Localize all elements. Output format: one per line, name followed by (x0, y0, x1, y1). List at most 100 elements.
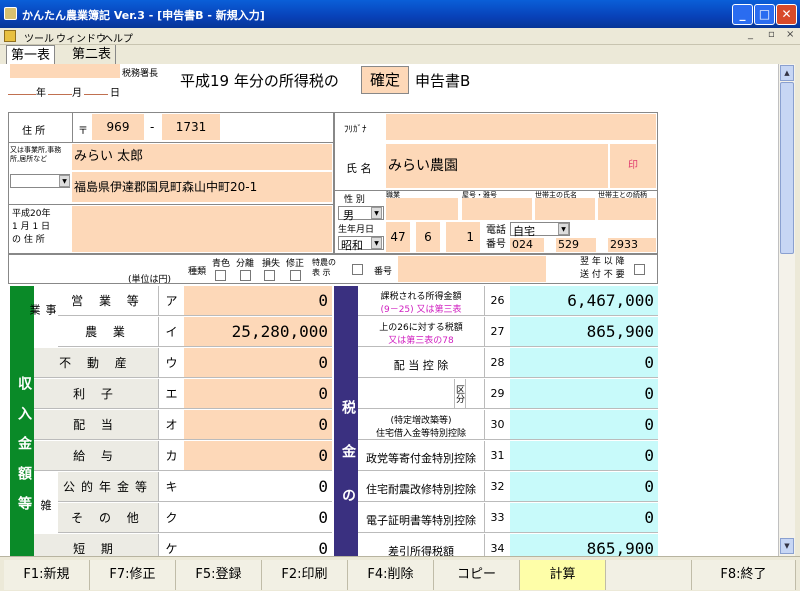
address-label: 住 所 (22, 126, 46, 137)
scroll-down-icon[interactable]: ▼ (780, 538, 794, 554)
number-field[interactable] (398, 256, 546, 282)
chevron-down-icon[interactable]: ▼ (371, 207, 382, 219)
tab-sheet-1[interactable]: 第一表 (6, 45, 56, 64)
furigana-field[interactable] (386, 114, 656, 140)
income-row-value[interactable]: 0 (184, 286, 332, 316)
next-year-checkbox[interactable] (634, 264, 645, 275)
tax-row-value[interactable]: 0 (510, 410, 658, 440)
mdi-restore-icon[interactable]: ▫ (768, 29, 775, 40)
doc-icon (4, 30, 16, 42)
tax-row-label: 住宅耐震改修特別控除 (366, 483, 476, 496)
amend-checkbox[interactable] (290, 270, 301, 281)
income-row-value[interactable]: 25,280,000 (184, 317, 332, 347)
income-row-label: 農 業 (58, 317, 158, 347)
prev-address-label: 平成20年 1 月 1 日 の 住 所 (12, 209, 51, 245)
split-label: 分離 (236, 259, 255, 269)
window-title: かんたん農業簿記 Ver.3 - [申告書B - 新規入力] (22, 9, 265, 22)
chevron-down-icon[interactable]: ▼ (558, 223, 569, 235)
birth-day[interactable]: 1 (446, 222, 480, 252)
calculate-button[interactable]: 計算 (520, 560, 606, 590)
mdi-close-icon[interactable]: × (786, 29, 794, 40)
tax-row-label-cell: 区分 (358, 379, 484, 409)
prev-address-field[interactable] (72, 206, 332, 252)
income-row-code: イ (158, 317, 184, 347)
postal-sep: - (150, 120, 155, 134)
menu-tools[interactable]: ツール (24, 30, 54, 45)
income-row-value[interactable]: 0 (184, 441, 332, 471)
menu-help[interactable]: ヘルプ (103, 30, 133, 45)
vertical-scrollbar[interactable]: ▲ ▼ (778, 64, 795, 556)
postal-code-1[interactable]: 969 (92, 114, 144, 140)
phone-number[interactable]: 2933 (608, 238, 656, 252)
furigana-label: ﾌﾘｶﾞﾅ (344, 125, 367, 135)
tax-row-label-cell: 上の26に対する税額 又は第三表の78 (358, 317, 484, 347)
address-name-line[interactable]: みらい 太郎 (72, 144, 332, 170)
edit-button[interactable]: F7:修正 (90, 560, 176, 590)
tax-row-value[interactable]: 865,900 (510, 317, 658, 347)
loss-checkbox[interactable] (264, 270, 275, 281)
tax-row-label: 配 当 控 除 (393, 359, 449, 372)
title-bar[interactable]: かんたん農業簿記 Ver.3 - [申告書B - 新規入力] _ □ ✕ (0, 0, 800, 28)
chevron-down-icon[interactable]: ▼ (371, 237, 382, 249)
tax-row-value[interactable]: 865,900 (510, 534, 658, 556)
shop-field[interactable] (462, 198, 532, 220)
birth-month[interactable]: 6 (416, 222, 440, 252)
tax-row-sublabel: 又は第三表の78 (388, 336, 454, 346)
month-label: 月 (72, 88, 82, 99)
household-head-field[interactable] (535, 198, 595, 220)
income-row-value[interactable]: 0 (184, 472, 332, 502)
tab-sheet-2[interactable]: 第二表 (68, 45, 117, 64)
tax-row-code: 29 (484, 379, 510, 409)
tax-row-value[interactable]: 0 (510, 379, 658, 409)
postal-code-2[interactable]: 1731 (162, 114, 220, 140)
maximize-button[interactable]: □ (754, 4, 775, 25)
birth-year[interactable]: 47 (386, 222, 410, 252)
income-row-value[interactable]: 0 (184, 410, 332, 440)
tax-row-value[interactable]: 6,467,000 (510, 286, 658, 316)
relation-field[interactable] (598, 198, 656, 220)
unit-label: (単位は円) (128, 275, 172, 285)
income-row-value[interactable]: 0 (184, 503, 332, 533)
phone-label: 電話 番号 (486, 225, 506, 250)
blue-return-checkbox[interactable] (215, 270, 226, 281)
print-button[interactable]: F2:印刷 (262, 560, 348, 590)
alt-address-label: 又は事業所,事務所,居所など (10, 146, 62, 163)
job-field[interactable] (386, 198, 458, 220)
close-button[interactable]: ✕ (776, 4, 797, 25)
delete-button[interactable]: F4:削除 (348, 560, 434, 590)
tax-row-value[interactable]: 0 (510, 472, 658, 502)
address-line[interactable]: 福島県伊達郡国見町森山中町20-1 (72, 172, 332, 202)
scroll-up-icon[interactable]: ▲ (780, 65, 794, 81)
form-title: 平成19 年分の所得税の (180, 72, 339, 90)
tax-row-value[interactable]: 0 (510, 348, 658, 378)
tax-row-value[interactable]: 0 (510, 503, 658, 533)
income-row-code: ケ (158, 534, 184, 556)
phone-area[interactable]: 024 (510, 238, 544, 252)
income-row-code: カ (158, 441, 184, 471)
income-row-value[interactable]: 0 (184, 379, 332, 409)
loss-label: 損失 (262, 259, 281, 269)
minimize-button[interactable]: _ (732, 4, 753, 25)
tax-row-value[interactable]: 0 (510, 441, 658, 471)
copy-button[interactable]: コピー (434, 560, 520, 590)
income-row-value[interactable]: 0 (184, 348, 332, 378)
mdi-minimize-icon[interactable]: _ (748, 29, 753, 40)
chevron-down-icon[interactable]: ▼ (59, 175, 70, 187)
split-checkbox[interactable] (240, 270, 251, 281)
income-row-label: そ の 他 (58, 503, 158, 533)
name-field[interactable]: みらい農園 (386, 144, 608, 188)
postal-mark: 〒 (78, 126, 88, 137)
declaration-type[interactable]: 確定 (361, 66, 409, 94)
special-agri-checkbox[interactable] (352, 264, 363, 275)
register-button[interactable]: F5:登録 (176, 560, 262, 590)
new-button[interactable]: F1:新規 (4, 560, 90, 590)
tax-row-label-cell: 電子証明書等特別控除 (358, 503, 484, 533)
tax-office-field[interactable] (10, 64, 120, 78)
phone-exchange[interactable]: 529 (556, 238, 596, 252)
scroll-thumb[interactable] (780, 82, 794, 254)
empty-button[interactable] (606, 560, 692, 590)
income-row-value[interactable]: 0 (184, 534, 332, 556)
exit-button[interactable]: F8:終了 (692, 560, 796, 590)
blue-return-label: 青色 (212, 259, 231, 269)
menu-window[interactable]: ウィンドウ (56, 30, 106, 45)
